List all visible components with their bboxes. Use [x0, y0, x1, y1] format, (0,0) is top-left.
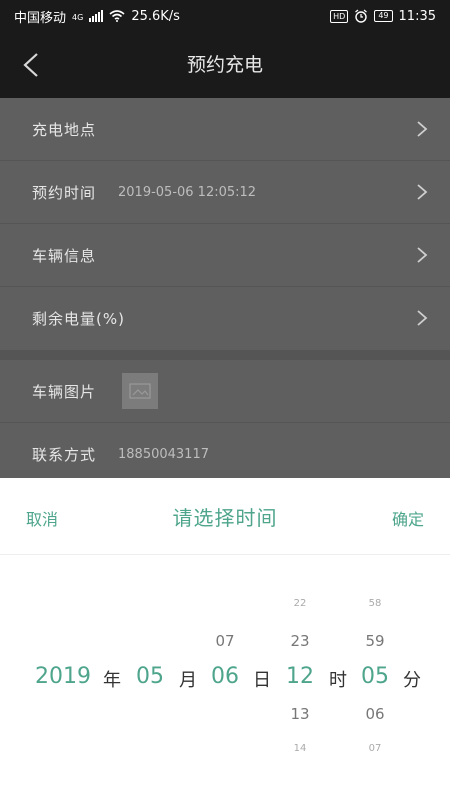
hd-icon: HD	[330, 9, 349, 23]
year-selected[interactable]: 2019	[35, 664, 91, 689]
page-title: 预约充电	[186, 54, 263, 76]
clock: 11:35	[398, 8, 436, 24]
minute-unit: 分	[403, 670, 421, 691]
booking-form: 充电地点 预约时间 2019-05-06 12:05:12 车辆信息 剩余电量(…	[0, 98, 450, 486]
time-picker-sheet: 取消 请选择时间 确定 2019 年 05 月 07 06 日 22 23 12…	[0, 478, 450, 800]
confirm-button[interactable]: 确定	[392, 506, 424, 530]
title-bar: 预约充电	[0, 32, 450, 98]
contact-label: 联系方式	[32, 445, 97, 464]
minute-option[interactable]: 58	[369, 598, 382, 609]
hour-option[interactable]: 14	[294, 743, 307, 754]
charging-location-label: 充电地点	[32, 120, 97, 139]
wifi-icon	[109, 10, 125, 22]
picker-header: 取消 请选择时间 确定	[0, 478, 450, 555]
section-divider	[0, 350, 450, 360]
carrier-label: 中国移动	[14, 10, 67, 26]
minute-option[interactable]: 07	[369, 743, 382, 754]
day-unit: 日	[253, 670, 271, 691]
network-type: 4G	[72, 12, 84, 22]
day-option[interactable]: 07	[215, 632, 234, 650]
contact-value: 18850043117	[118, 446, 209, 462]
hour-selected[interactable]: 12	[286, 664, 314, 689]
vehicle-image-row: 车辆图片	[0, 360, 450, 423]
remaining-battery-label: 剩余电量(%)	[32, 310, 125, 328]
image-placeholder-icon[interactable]	[122, 373, 158, 409]
chevron-right-icon	[417, 310, 428, 326]
month-unit: 月	[179, 670, 197, 691]
hour-option[interactable]: 13	[290, 705, 309, 723]
day-selected[interactable]: 06	[211, 664, 239, 689]
charging-location-row[interactable]: 充电地点	[0, 98, 450, 161]
month-selected[interactable]: 05	[136, 664, 164, 689]
datetime-wheels: 2019 年 05 月 07 06 日 22 23 12 13 14 时 58 …	[0, 554, 450, 800]
chevron-right-icon	[417, 184, 428, 200]
vehicle-image-label: 车辆图片	[32, 382, 97, 401]
chevron-right-icon	[417, 247, 428, 263]
remaining-battery-row[interactable]: 剩余电量(%)	[0, 287, 450, 350]
reservation-time-row[interactable]: 预约时间 2019-05-06 12:05:12	[0, 161, 450, 224]
minute-option[interactable]: 59	[365, 632, 384, 650]
signal-icon	[89, 10, 104, 22]
vehicle-info-label: 车辆信息	[32, 246, 97, 265]
network-speed: 25.6K/s	[131, 8, 180, 24]
chevron-right-icon	[417, 121, 428, 137]
battery-icon: 49	[374, 10, 393, 22]
minute-selected[interactable]: 05	[361, 664, 389, 689]
picker-title: 请选择时间	[172, 506, 278, 530]
reservation-time-label: 预约时间	[32, 183, 97, 202]
reservation-time-value: 2019-05-06 12:05:12	[118, 184, 257, 200]
hour-option[interactable]: 23	[290, 632, 309, 650]
vehicle-info-row[interactable]: 车辆信息	[0, 224, 450, 287]
hour-option[interactable]: 22	[294, 598, 307, 609]
year-unit: 年	[103, 670, 121, 691]
contact-row: 联系方式 18850043117	[0, 423, 450, 486]
alarm-icon	[355, 9, 368, 23]
minute-option[interactable]: 06	[365, 705, 384, 723]
status-bar: 中国移动 4G 25.6K/s HD 49 11:35	[0, 0, 450, 32]
hour-unit: 时	[329, 670, 347, 691]
